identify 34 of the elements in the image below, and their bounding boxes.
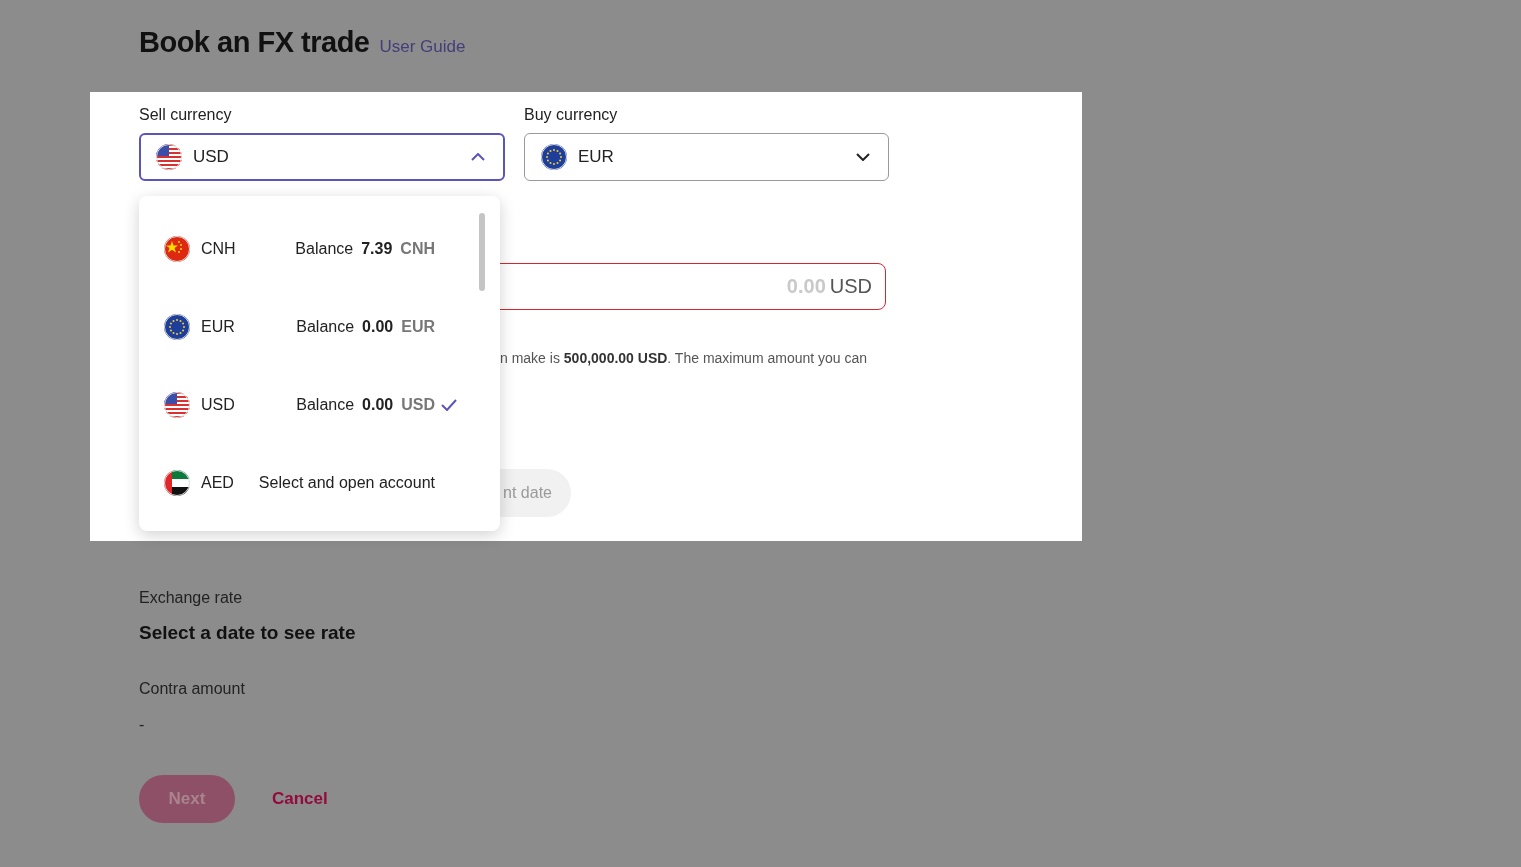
- star-ring-flag-icon: [541, 144, 567, 170]
- exchange-rate-value: Select a date to see rate: [139, 621, 357, 645]
- tricolor-flag-icon: [164, 470, 190, 496]
- scrollbar[interactable]: [479, 213, 485, 291]
- open-account-text: Select and open account: [258, 474, 435, 492]
- currency-code: CNH: [201, 240, 236, 258]
- contra-amount-value: -: [139, 715, 146, 735]
- contra-amount-label: Contra amount: [139, 679, 246, 699]
- currency-option[interactable]: AED Select and open account: [139, 444, 500, 522]
- balance-amount: 0.00: [362, 396, 394, 414]
- field-label: Sell currency: [139, 105, 233, 125]
- field-label: Buy currency: [524, 105, 619, 125]
- balance-label: Balance: [295, 240, 354, 258]
- currency-code: USD: [201, 396, 235, 414]
- stars-stripes-flag-icon: [156, 144, 182, 170]
- limit-text: n make is 500,000.00 USD. The maximum amount you can: [500, 349, 868, 368]
- star-flag-icon: [164, 236, 190, 262]
- currency-select[interactable]: EUR: [524, 133, 889, 181]
- balance-label: Balance: [296, 396, 355, 414]
- currency-select[interactable]: USD: [139, 133, 505, 181]
- currency-option[interactable]: USD Balance 0.00 USD: [139, 366, 500, 444]
- balance-currency: CNH: [400, 240, 435, 258]
- star-ring-flag-icon: [164, 314, 190, 340]
- stars-stripes-flag-icon: [164, 392, 190, 418]
- currency-code: AED: [201, 474, 234, 492]
- balance-amount: 0.00: [362, 318, 394, 336]
- currency-suffix: USD: [829, 275, 872, 298]
- balance-currency: EUR: [401, 318, 435, 336]
- currency-code: EUR: [201, 318, 235, 336]
- balance-label: Balance: [296, 318, 355, 336]
- balance-currency: USD: [401, 396, 435, 414]
- balance-amount: 7.39: [361, 240, 393, 258]
- page-title: Book an FX trade: [139, 26, 370, 59]
- exchange-rate-label: Exchange rate: [139, 588, 244, 608]
